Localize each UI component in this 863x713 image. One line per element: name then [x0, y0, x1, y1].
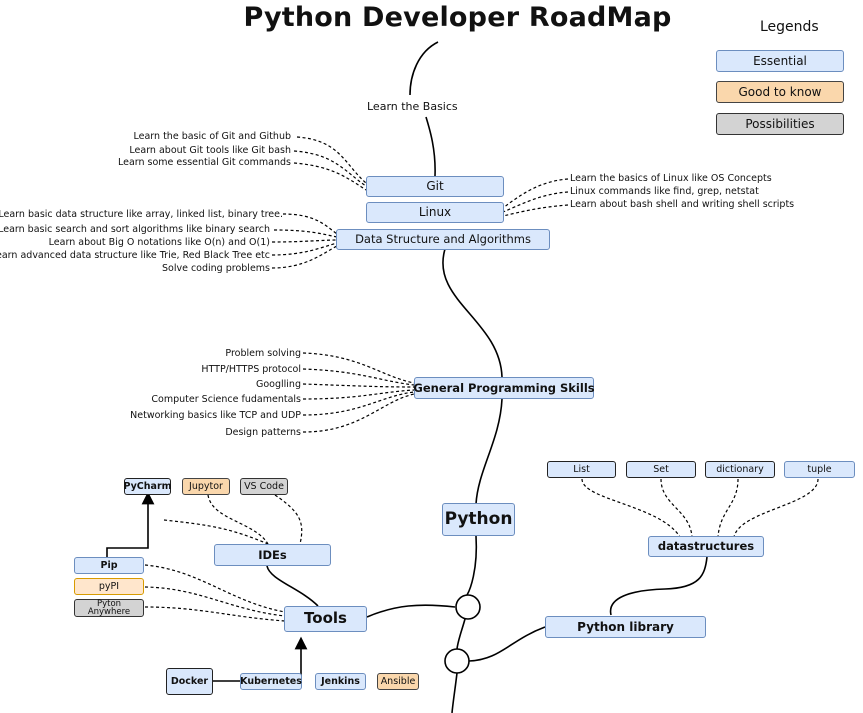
git-note-2: Learn about Git tools like Git bash	[129, 145, 291, 156]
python-library-node[interactable]: Python library	[545, 616, 706, 638]
dsa-node[interactable]: Data Structure and Algorithms	[336, 229, 550, 250]
legend-possibilities: Possibilities	[716, 113, 844, 135]
jupytor-node[interactable]: Jupytor	[182, 478, 230, 495]
git-note-3: Learn some essential Git commands	[117, 157, 291, 168]
pycharm-node[interactable]: PyCharm	[123, 478, 172, 495]
junction-upper	[455, 594, 481, 620]
python-node[interactable]: Python	[442, 503, 515, 536]
list-node[interactable]: List	[547, 461, 616, 478]
page-title: Python Developer RoadMap	[243, 2, 672, 33]
legend-title: Legends	[760, 19, 819, 35]
set-node[interactable]: Set	[626, 461, 696, 478]
gps-note-1: Problem solving	[225, 348, 301, 359]
legend-good-to-know: Good to know	[716, 81, 844, 103]
linux-note-1: Learn the basics of Linux like OS Concep…	[570, 173, 772, 184]
gps-note-6: Design patterns	[225, 427, 301, 438]
kubernetes-node[interactable]: Kubernetes	[240, 673, 302, 690]
dictionary-node[interactable]: dictionary	[705, 461, 775, 478]
tuple-node[interactable]: tuple	[784, 461, 855, 478]
legend-essential: Essential	[716, 50, 844, 72]
dsa-note-3: Learn about Big O notations like O(n) an…	[48, 237, 270, 248]
dsa-note-1: Learn basic data structure like array, l…	[0, 209, 283, 220]
gps-note-2: HTTP/HTTPS protocol	[201, 364, 301, 375]
gps-note-3: Googlling	[256, 379, 301, 390]
jenkins-node[interactable]: Jenkins	[315, 673, 366, 690]
dsa-note-5: Solve coding problems	[161, 263, 270, 274]
ansible-node[interactable]: Ansible	[377, 673, 419, 690]
git-note-1: Learn the basic of Git and Github	[133, 131, 291, 142]
linux-note-3: Learn about bash shell and writing shell…	[570, 199, 795, 210]
gps-node[interactable]: General Programming Skills	[413, 377, 595, 399]
gps-note-5: Networking basics like TCP and UDP	[130, 410, 301, 421]
dsa-note-2: Learn basic search and sort algorithms l…	[0, 224, 270, 235]
gps-note-4: Computer Science fudamentals	[151, 394, 301, 405]
dsa-note-4: Learn advanced data structure like Trie,…	[0, 250, 270, 261]
learn-basics-label: Learn the Basics	[366, 100, 459, 113]
git-node[interactable]: Git	[366, 176, 504, 197]
pip-node[interactable]: Pip	[74, 557, 144, 574]
pythonanywhere-node[interactable]: Pyton Anywhere	[74, 599, 144, 617]
datastructures-node[interactable]: datastructures	[648, 536, 764, 557]
linux-node[interactable]: Linux	[366, 202, 504, 223]
junction-lower	[444, 648, 470, 674]
ides-node[interactable]: IDEs	[214, 544, 331, 566]
vscode-node[interactable]: VS Code	[240, 478, 288, 495]
tools-node[interactable]: Tools	[284, 606, 367, 632]
pypi-node[interactable]: pyPI	[74, 578, 144, 595]
docker-node[interactable]: Docker	[166, 668, 213, 695]
linux-note-2: Linux commands like find, grep, netstat	[570, 186, 759, 197]
